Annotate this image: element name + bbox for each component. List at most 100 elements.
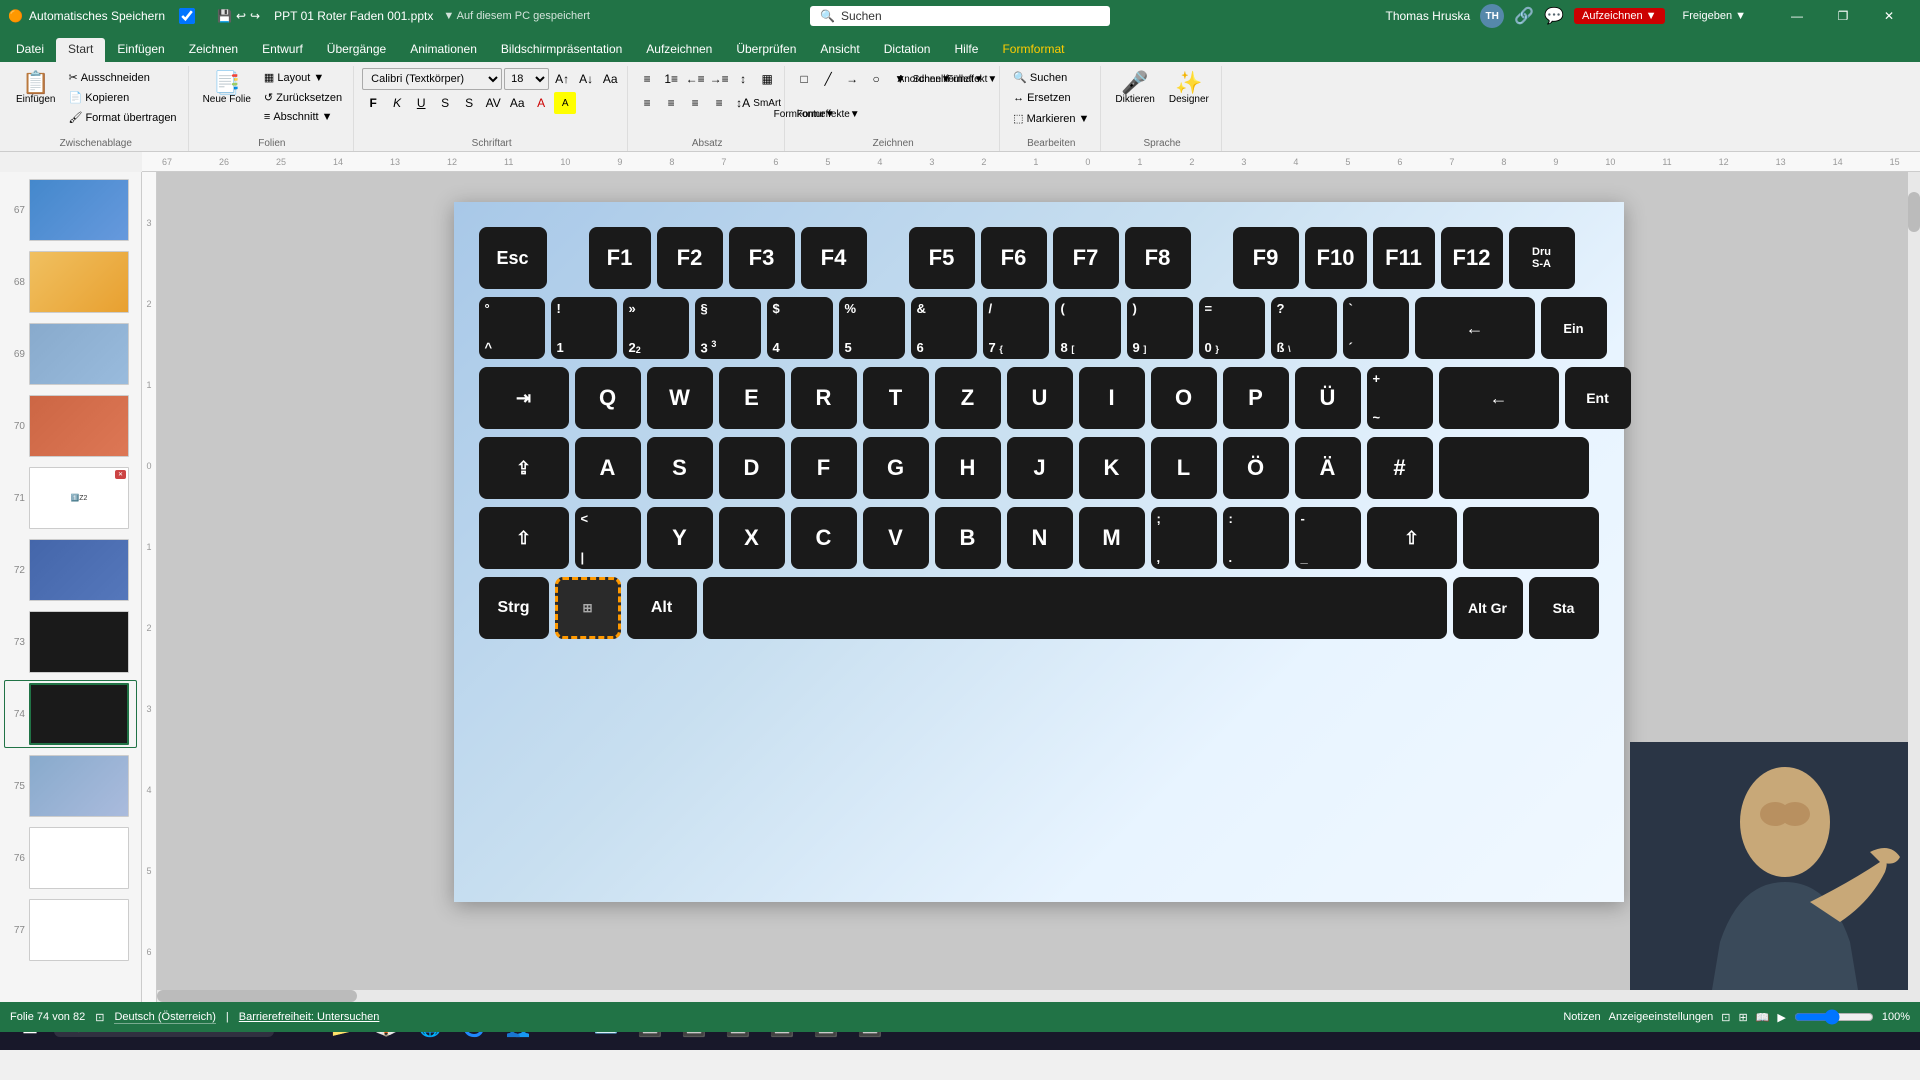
tab-animationen[interactable]: Animationen — [398, 38, 489, 62]
paste-button[interactable]: 📋 Einfügen — [10, 68, 61, 109]
tab-bildschirm[interactable]: Bildschirmpräsentation — [489, 38, 634, 62]
tab-formformat[interactable]: Formformat — [990, 38, 1076, 62]
vertical-scrollbar[interactable] — [1908, 172, 1920, 1002]
view-reading-btn[interactable]: 📖 — [1756, 1011, 1770, 1024]
bold-button[interactable]: F — [362, 92, 384, 114]
accessibility-btn[interactable]: Barrierefreiheit: Untersuchen — [239, 1011, 380, 1023]
share-btn[interactable]: Freigeben ▼ — [1675, 8, 1754, 24]
new-slide-button[interactable]: 📑 Neue Folie — [197, 68, 257, 109]
tab-hilfe[interactable]: Hilfe — [942, 38, 990, 62]
bullets-button[interactable]: ≡ — [636, 68, 658, 90]
highlight-button[interactable]: A — [554, 92, 576, 114]
slide-thumb-67[interactable]: 67 — [4, 176, 137, 244]
align-center-button[interactable]: ≡ — [660, 92, 682, 114]
numbering-button[interactable]: 1≡ — [660, 68, 682, 90]
view-slide-sorter-btn[interactable]: ⊞ — [1738, 1011, 1747, 1024]
canvas-area[interactable]: Esc F1 F2 F3 F4 F5 F6 F7 F8 F9 F10 F11 F… — [157, 172, 1920, 1002]
share-icon[interactable]: 🔗 — [1514, 6, 1534, 26]
undo-icon[interactable]: ↩ — [236, 9, 246, 23]
scrollbar-thumb[interactable] — [1908, 192, 1920, 232]
tab-ansicht[interactable]: Ansicht — [808, 38, 871, 62]
slide-thumb-72[interactable]: 72 — [4, 536, 137, 604]
record-btn[interactable]: Aufzeichnen ▼ — [1574, 8, 1665, 24]
slide-thumb-74[interactable]: 74 — [4, 680, 137, 748]
increase-indent-button[interactable]: →≡ — [708, 68, 730, 90]
select-button[interactable]: ⬚ Markieren ▼ — [1008, 109, 1094, 128]
shape-circle[interactable]: ○ — [865, 68, 887, 90]
italic-button[interactable]: K — [386, 92, 408, 114]
strikethrough-button[interactable]: S — [434, 92, 456, 114]
justify-button[interactable]: ≡ — [708, 92, 730, 114]
copy-button[interactable]: 📄 Kopieren — [63, 88, 181, 107]
shape-line[interactable]: ╱ — [817, 68, 839, 90]
slide-preview-77 — [29, 899, 129, 961]
zoom-slider[interactable] — [1794, 1009, 1874, 1025]
search-button[interactable]: 🔍 Suchen — [1008, 68, 1072, 87]
decrease-font-button[interactable]: A↓ — [575, 68, 597, 90]
slide-thumb-76[interactable]: 76 — [4, 824, 137, 892]
key-backspace: ← — [1415, 297, 1535, 359]
view-normal-btn[interactable]: ⊡ — [1721, 1011, 1730, 1024]
view-settings-btn[interactable]: Anzeigeeinstellungen — [1609, 1011, 1714, 1023]
slide-thumb-70[interactable]: 70 — [4, 392, 137, 460]
language-indicator[interactable]: Deutsch (Österreich) — [114, 1011, 215, 1024]
tab-start[interactable]: Start — [56, 38, 105, 62]
notes-btn[interactable]: Notizen — [1563, 1011, 1600, 1023]
redo-icon[interactable]: ↪ — [250, 9, 260, 23]
tab-aufzeichnen[interactable]: Aufzeichnen — [634, 38, 724, 62]
drawing-label: Zeichnen — [873, 138, 914, 151]
tab-datei[interactable]: Datei — [4, 38, 56, 62]
slide-thumb-68[interactable]: 68 — [4, 248, 137, 316]
increase-font-button[interactable]: A↑ — [551, 68, 573, 90]
cut-button[interactable]: ✂ Ausschneiden — [63, 68, 181, 87]
text-direction-button[interactable]: ↕A — [732, 92, 754, 114]
replace-button[interactable]: ↔ Ersetzen — [1008, 89, 1075, 107]
key-i: I — [1079, 367, 1145, 429]
section-button[interactable]: ≡ Abschnitt ▼ — [259, 108, 347, 126]
font-color-button[interactable]: A — [530, 92, 552, 114]
tab-dictation[interactable]: Dictation — [872, 38, 943, 62]
horizontal-scrollbar[interactable] — [157, 990, 1908, 1002]
slide-thumb-73[interactable]: 73 — [4, 608, 137, 676]
clear-format-button[interactable]: Aa — [599, 68, 621, 90]
slide-thumb-69[interactable]: 69 — [4, 320, 137, 388]
tab-einfuegen[interactable]: Einfügen — [105, 38, 176, 62]
autosave-toggle[interactable] — [171, 8, 203, 24]
view-slideshow-btn[interactable]: ▶ — [1777, 1011, 1785, 1024]
reset-button[interactable]: ↺ Zurücksetzen — [259, 88, 347, 107]
underline-button[interactable]: U — [410, 92, 432, 114]
slide-thumb-77[interactable]: 77 — [4, 896, 137, 964]
format-button[interactable]: 🖌 Format übertragen — [63, 108, 181, 127]
layout-button[interactable]: ▦ Layout ▼ — [259, 68, 347, 87]
comment-icon[interactable]: 💬 — [1544, 6, 1564, 26]
h-scrollbar-thumb[interactable] — [157, 990, 357, 1002]
restore-button[interactable]: ❐ — [1820, 0, 1866, 32]
effects-button[interactable]: Formeffekte▼ — [817, 103, 839, 125]
save-icon[interactable]: 💾 — [217, 9, 232, 23]
tab-entwurf[interactable]: Entwurf — [250, 38, 315, 62]
text-shadow-button[interactable]: S — [458, 92, 480, 114]
new-slide-icon: 📑 — [213, 72, 240, 94]
shape-rect[interactable]: □ — [793, 68, 815, 90]
change-case-button[interactable]: Aa — [506, 92, 528, 114]
align-right-button[interactable]: ≡ — [684, 92, 706, 114]
columns-button[interactable]: ▦ — [756, 68, 778, 90]
char-spacing-button[interactable]: AV — [482, 92, 504, 114]
slide-thumb-75[interactable]: 75 — [4, 752, 137, 820]
font-family-select[interactable]: Calibri (Textkörper) — [362, 68, 502, 90]
fill-button[interactable]: Fülleffekt▼ — [961, 68, 983, 90]
close-button[interactable]: ✕ — [1866, 0, 1912, 32]
font-size-select[interactable]: 18 — [504, 68, 549, 90]
slide-thumb-71[interactable]: 71 ✕ 1️⃣Z2 — [4, 464, 137, 532]
decrease-indent-button[interactable]: ←≡ — [684, 68, 706, 90]
line-spacing-button[interactable]: ↕ — [732, 68, 754, 90]
designer-button[interactable]: ✨ Designer — [1163, 68, 1215, 109]
tab-zeichnen[interactable]: Zeichnen — [177, 38, 250, 62]
shape-arrow[interactable]: → — [841, 68, 863, 90]
tab-ueberpruefen[interactable]: Überprüfen — [724, 38, 808, 62]
align-left-button[interactable]: ≡ — [636, 92, 658, 114]
search-box[interactable]: 🔍 Suchen — [810, 6, 1110, 26]
tab-uebergaenge[interactable]: Übergänge — [315, 38, 398, 62]
minimize-button[interactable]: — — [1774, 0, 1820, 32]
dictate-button[interactable]: 🎤 Diktieren — [1109, 68, 1160, 109]
